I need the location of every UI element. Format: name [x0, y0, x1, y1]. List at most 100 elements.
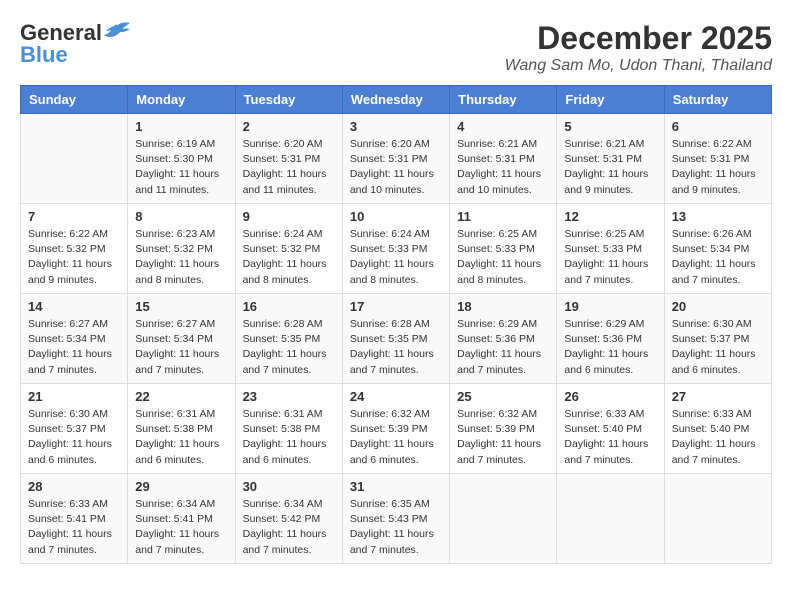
calendar-cell: 20Sunrise: 6:30 AMSunset: 5:37 PMDayligh… [664, 294, 771, 384]
cell-content: Sunrise: 6:30 AMSunset: 5:37 PMDaylight:… [28, 407, 120, 468]
cell-content: Sunrise: 6:24 AMSunset: 5:32 PMDaylight:… [243, 227, 335, 288]
week-row-4: 21Sunrise: 6:30 AMSunset: 5:37 PMDayligh… [21, 384, 772, 474]
cell-line: Daylight: 11 hours and 7 minutes. [457, 347, 549, 377]
cell-content: Sunrise: 6:20 AMSunset: 5:31 PMDaylight:… [243, 137, 335, 198]
cell-line: Daylight: 11 hours and 6 minutes. [350, 437, 442, 467]
cell-line: Daylight: 11 hours and 7 minutes. [135, 347, 227, 377]
day-number: 19 [564, 299, 656, 314]
cell-line: Sunrise: 6:30 AM [28, 407, 120, 422]
cell-line: Sunset: 5:31 PM [672, 152, 764, 167]
cell-line: Daylight: 11 hours and 7 minutes. [672, 437, 764, 467]
cell-line: Sunset: 5:34 PM [28, 332, 120, 347]
cell-content: Sunrise: 6:29 AMSunset: 5:36 PMDaylight:… [457, 317, 549, 378]
calendar-cell: 7 Sunrise: 6:22 AMSunset: 5:32 PMDaylight… [21, 204, 128, 294]
cell-content: Sunrise: 6:33 AMSunset: 5:40 PMDaylight:… [564, 407, 656, 468]
cell-line: Sunset: 5:34 PM [672, 242, 764, 257]
cell-line: Daylight: 11 hours and 7 minutes. [672, 257, 764, 287]
cell-content: Sunrise: 6:30 AMSunset: 5:37 PMDaylight:… [672, 317, 764, 378]
day-number: 13 [672, 209, 764, 224]
calendar-cell: 14Sunrise: 6:27 AMSunset: 5:34 PMDayligh… [21, 294, 128, 384]
cell-line: Daylight: 11 hours and 7 minutes. [457, 437, 549, 467]
col-header-tuesday: Tuesday [235, 86, 342, 114]
cell-line: Sunrise: 6:34 AM [135, 497, 227, 512]
day-number: 12 [564, 209, 656, 224]
cell-line: Daylight: 11 hours and 9 minutes. [28, 257, 120, 287]
cell-line: Sunrise: 6:19 AM [135, 137, 227, 152]
logo-bird-icon [104, 21, 132, 43]
cell-content: Sunrise: 6:35 AMSunset: 5:43 PMDaylight:… [350, 497, 442, 558]
cell-line: Daylight: 11 hours and 6 minutes. [135, 437, 227, 467]
calendar-cell: 18 Sunrise: 6:29 AMSunset: 5:36 PMDayligh… [450, 294, 557, 384]
col-header-sunday: Sunday [21, 86, 128, 114]
day-number: 16 [243, 299, 335, 314]
calendar-cell: 24Sunrise: 6:32 AMSunset: 5:39 PMDayligh… [342, 384, 449, 474]
day-number: 11 [457, 209, 549, 224]
cell-line: Sunrise: 6:33 AM [564, 407, 656, 422]
calendar-cell: 19Sunrise: 6:29 AMSunset: 5:36 PMDayligh… [557, 294, 664, 384]
cell-line: Daylight: 11 hours and 10 minutes. [350, 167, 442, 197]
day-number: 24 [350, 389, 442, 404]
day-number: 6 [672, 119, 764, 134]
cell-content: Sunrise: 6:31 AMSunset: 5:38 PMDaylight:… [243, 407, 335, 468]
logo: General Blue [20, 20, 132, 68]
cell-content: Sunrise: 6:19 AMSunset: 5:30 PMDaylight:… [135, 137, 227, 198]
week-row-1: 1 Sunrise: 6:19 AMSunset: 5:30 PMDaylight… [21, 114, 772, 204]
week-row-5: 28Sunrise: 6:33 AMSunset: 5:41 PMDayligh… [21, 474, 772, 564]
cell-line: Sunset: 5:32 PM [28, 242, 120, 257]
calendar-cell: 29Sunrise: 6:34 AMSunset: 5:41 PMDayligh… [128, 474, 235, 564]
week-row-2: 7Sunrise: 6:22 AMSunset: 5:32 PMDaylight… [21, 204, 772, 294]
cell-content: Sunrise: 6:33 AMSunset: 5:40 PMDaylight:… [672, 407, 764, 468]
cell-line: Daylight: 11 hours and 8 minutes. [135, 257, 227, 287]
cell-line: Sunrise: 6:29 AM [564, 317, 656, 332]
cell-line: Sunrise: 6:28 AM [243, 317, 335, 332]
day-number: 23 [243, 389, 335, 404]
cell-content: Sunrise: 6:21 AMSunset: 5:31 PMDaylight:… [564, 137, 656, 198]
calendar-cell: 2Sunrise: 6:20 AMSunset: 5:31 PMDaylight… [235, 114, 342, 204]
cell-line: Sunrise: 6:25 AM [564, 227, 656, 242]
cell-line: Daylight: 11 hours and 6 minutes. [243, 437, 335, 467]
cell-line: Sunrise: 6:25 AM [457, 227, 549, 242]
cell-content: Sunrise: 6:28 AMSunset: 5:35 PMDaylight:… [350, 317, 442, 378]
cell-line: Sunset: 5:43 PM [350, 512, 442, 527]
cell-line: Sunrise: 6:26 AM [672, 227, 764, 242]
cell-content: Sunrise: 6:25 AMSunset: 5:33 PMDaylight:… [457, 227, 549, 288]
cell-line: Sunrise: 6:27 AM [28, 317, 120, 332]
calendar-cell: 11 Sunrise: 6:25 AMSunset: 5:33 PMDayligh… [450, 204, 557, 294]
col-header-saturday: Saturday [664, 86, 771, 114]
day-number: 1 [135, 119, 227, 134]
cell-line: Sunrise: 6:31 AM [135, 407, 227, 422]
cell-line: Sunset: 5:39 PM [457, 422, 549, 437]
cell-content: Sunrise: 6:22 AMSunset: 5:31 PMDaylight:… [672, 137, 764, 198]
cell-line: Sunset: 5:37 PM [672, 332, 764, 347]
cell-line: Sunrise: 6:22 AM [672, 137, 764, 152]
day-number: 5 [564, 119, 656, 134]
cell-line: Sunset: 5:35 PM [350, 332, 442, 347]
cell-line: Daylight: 11 hours and 7 minutes. [243, 527, 335, 557]
calendar-cell [450, 474, 557, 564]
cell-line: Daylight: 11 hours and 6 minutes. [564, 347, 656, 377]
day-number: 27 [672, 389, 764, 404]
cell-line: Sunset: 5:35 PM [243, 332, 335, 347]
day-number: 7 [28, 209, 120, 224]
cell-line: Sunset: 5:32 PM [135, 242, 227, 257]
cell-content: Sunrise: 6:27 AMSunset: 5:34 PMDaylight:… [28, 317, 120, 378]
cell-line: Sunset: 5:31 PM [457, 152, 549, 167]
cell-line: Sunset: 5:37 PM [28, 422, 120, 437]
cell-line: Sunrise: 6:33 AM [672, 407, 764, 422]
cell-line: Daylight: 11 hours and 7 minutes. [243, 347, 335, 377]
cell-line: Sunrise: 6:33 AM [28, 497, 120, 512]
cell-line: Sunrise: 6:28 AM [350, 317, 442, 332]
cell-content: Sunrise: 6:25 AMSunset: 5:33 PMDaylight:… [564, 227, 656, 288]
cell-line: Sunrise: 6:32 AM [350, 407, 442, 422]
cell-line: Daylight: 11 hours and 7 minutes. [28, 347, 120, 377]
cell-line: Daylight: 11 hours and 7 minutes. [350, 527, 442, 557]
calendar-cell: 8Sunrise: 6:23 AMSunset: 5:32 PMDaylight… [128, 204, 235, 294]
cell-line: Daylight: 11 hours and 8 minutes. [350, 257, 442, 287]
cell-line: Sunset: 5:38 PM [135, 422, 227, 437]
day-number: 18 [457, 299, 549, 314]
day-number: 25 [457, 389, 549, 404]
cell-line: Sunrise: 6:20 AM [350, 137, 442, 152]
cell-line: Sunset: 5:33 PM [350, 242, 442, 257]
cell-line: Sunrise: 6:22 AM [28, 227, 120, 242]
cell-line: Sunset: 5:41 PM [135, 512, 227, 527]
